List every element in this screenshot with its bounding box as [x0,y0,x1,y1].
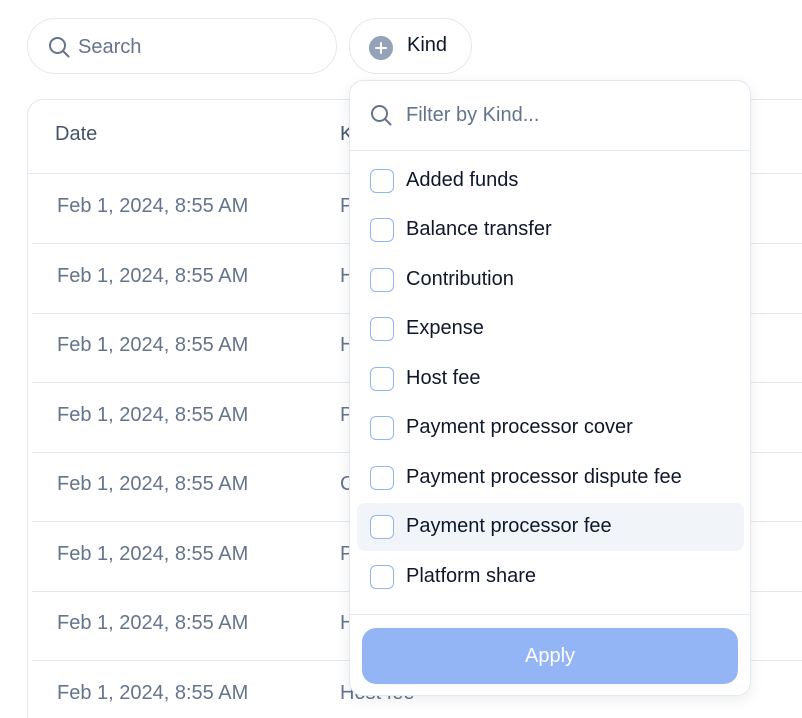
date-cell: Feb 1, 2024, 8:55 AM [57,682,249,704]
kind-option-label: Payment processor cover [406,416,633,438]
kind-filter-label: Kind [407,34,448,56]
kind-option-payment-processor-fee[interactable]: Payment processor fee [357,503,744,551]
search-icon [49,37,70,58]
checkbox[interactable] [370,367,394,391]
date-cell: Feb 1, 2024, 8:55 AM [57,473,249,495]
kind-option-host-fee[interactable]: Host fee [357,355,744,403]
kind-option-label: Balance transfer [406,218,552,240]
kind-option-payment-processor-cover[interactable]: Payment processor cover [357,404,744,452]
checkbox[interactable] [370,416,394,440]
kind-option-label: Expense [406,317,484,339]
kind-filter-input[interactable] [406,101,726,129]
kind-option-label: Payment processor fee [406,515,612,537]
date-cell: Feb 1, 2024, 8:55 AM [57,404,249,426]
search-icon [371,105,392,126]
kind-filter-search[interactable] [350,81,750,151]
search-input[interactable] [78,33,318,61]
kind-option-platform-share[interactable]: Platform share [357,553,744,601]
kind-option-label: Platform share [406,565,537,587]
kind-option-balance-transfer[interactable]: Balance transfer [357,206,744,254]
checkbox[interactable] [370,565,394,589]
date-cell: Feb 1, 2024, 8:55 AM [57,334,249,356]
kind-option-payment-processor-dispute-fee[interactable]: Payment processor dispute fee [357,454,744,502]
kind-option-label: Contribution [406,268,514,290]
transactions-page: Kind Date K Feb 1, 2024, 8:55 AM P Feb 1… [0,0,802,718]
kind-option-label: Payment processor dispute fee [406,466,682,488]
kind-filter-button[interactable]: Kind [349,18,472,74]
kind-option-contribution[interactable]: Contribution [357,256,744,304]
checkbox[interactable] [370,515,394,539]
checkbox[interactable] [370,268,394,292]
column-header-date[interactable]: Date [55,123,97,146]
date-cell: Feb 1, 2024, 8:55 AM [57,265,249,287]
checkbox[interactable] [370,218,394,242]
kind-option-added-funds[interactable]: Added funds [357,157,744,205]
kind-filter-dropdown: Added funds Balance transfer Contributio… [349,80,751,696]
dropdown-footer: Apply [350,614,750,697]
checkbox[interactable] [370,169,394,193]
kind-option-expense[interactable]: Expense [357,305,744,353]
kind-option-label: Host fee [406,367,481,389]
apply-button[interactable]: Apply [362,628,738,684]
date-cell: Feb 1, 2024, 8:55 AM [57,195,249,217]
date-cell: Feb 1, 2024, 8:55 AM [57,543,249,565]
checkbox[interactable] [370,317,394,341]
checkbox[interactable] [370,466,394,490]
plus-circle-icon [369,36,393,60]
date-cell: Feb 1, 2024, 8:55 AM [57,612,249,634]
search-field[interactable] [27,18,337,74]
kind-option-label: Added funds [406,169,519,191]
